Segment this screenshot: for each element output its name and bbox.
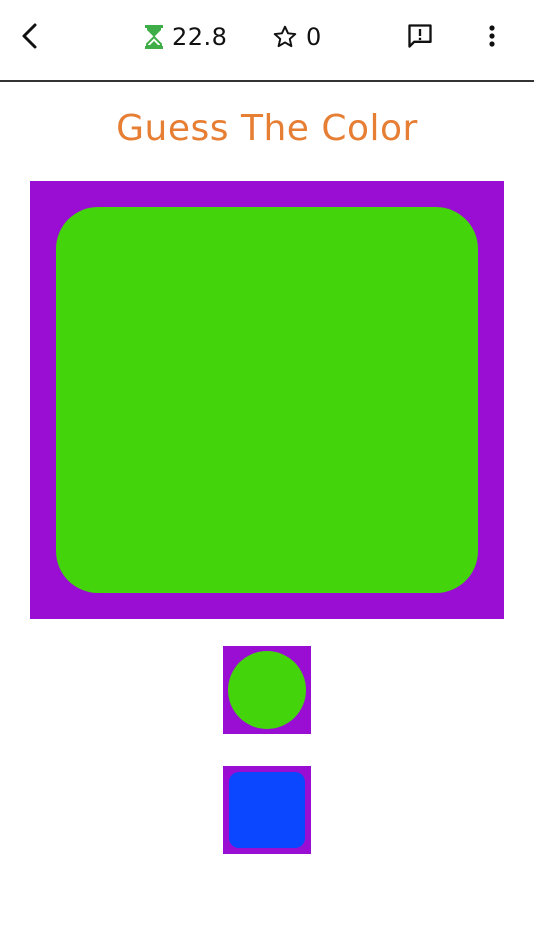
chevron-left-icon (22, 23, 37, 49)
target-color-shape (56, 207, 478, 593)
game-title: Guess The Color (116, 108, 418, 149)
color-option-1-shape (228, 651, 306, 729)
target-color-frame (30, 181, 504, 619)
timer-value: 22.8 (172, 23, 228, 51)
star-outline-icon (273, 25, 297, 48)
timer: 22.8 (144, 22, 227, 52)
back-button[interactable] (12, 18, 48, 54)
color-option-1[interactable] (223, 646, 311, 734)
score: 0 (272, 22, 322, 52)
top-app-bar: 22.8 0 (0, 0, 534, 82)
score-value: 0 (306, 23, 322, 51)
feedback-icon (408, 24, 432, 48)
hourglass-icon (145, 25, 163, 49)
feedback-button[interactable] (402, 18, 438, 54)
color-option-2[interactable] (223, 766, 311, 854)
more-options-button[interactable] (476, 18, 508, 54)
more-vert-icon (489, 25, 495, 47)
color-option-2-shape (229, 772, 305, 848)
